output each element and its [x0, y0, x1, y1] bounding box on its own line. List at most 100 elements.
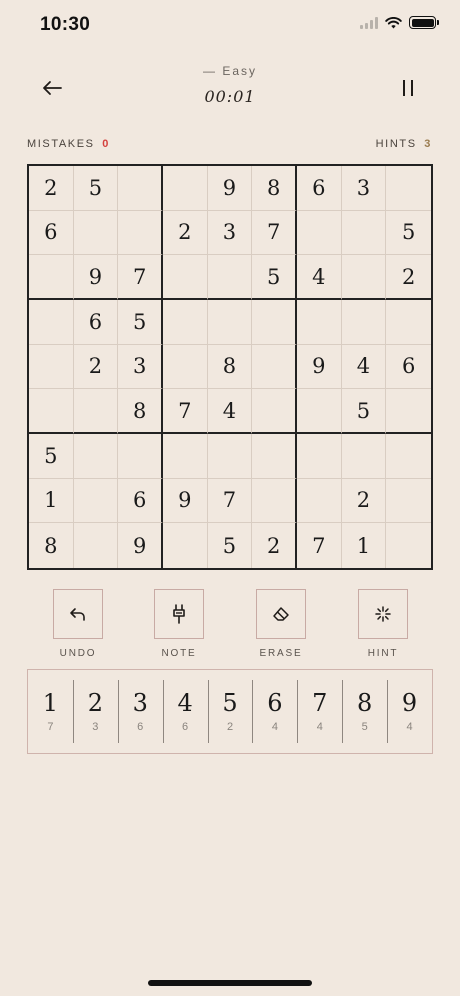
board-cell[interactable]: 2 — [386, 255, 431, 300]
number-key-2[interactable]: 23 — [72, 670, 118, 753]
board-cell[interactable]: 5 — [118, 300, 163, 345]
number-key-remaining: 2 — [226, 720, 234, 733]
board-cell[interactable] — [297, 434, 342, 479]
board-cell[interactable]: 7 — [118, 255, 163, 300]
board-cell[interactable] — [163, 523, 208, 568]
board-cell[interactable] — [386, 523, 431, 568]
board-cell[interactable] — [163, 300, 208, 345]
board-cell[interactable]: 5 — [73, 166, 119, 211]
number-key-1[interactable]: 17 — [28, 670, 73, 753]
board-cell[interactable]: 3 — [207, 210, 253, 256]
board-cell[interactable] — [252, 389, 297, 434]
board-cell[interactable]: 7 — [207, 478, 253, 524]
number-key-4[interactable]: 46 — [162, 670, 208, 753]
board-cell[interactable]: 9 — [118, 523, 163, 568]
board-cell[interactable]: 6 — [73, 300, 119, 345]
board-cell[interactable] — [207, 300, 253, 345]
board-cell[interactable] — [297, 478, 342, 524]
board-cell[interactable] — [341, 210, 387, 256]
board-cell[interactable] — [73, 434, 119, 479]
board-cell[interactable]: 7 — [252, 210, 297, 256]
board-cell[interactable] — [118, 166, 163, 211]
board-cell[interactable] — [73, 389, 119, 434]
number-key-3[interactable]: 36 — [117, 670, 163, 753]
board-cell[interactable]: 2 — [29, 166, 74, 211]
board-cell[interactable]: 1 — [342, 523, 387, 568]
board-cell[interactable] — [118, 210, 163, 256]
number-key-6[interactable]: 64 — [252, 670, 297, 753]
board-cell[interactable]: 2 — [73, 344, 119, 390]
board-cell[interactable]: 2 — [163, 210, 208, 256]
board-cell[interactable]: 9 — [73, 255, 119, 300]
board-cell[interactable]: 8 — [252, 166, 297, 211]
pause-button[interactable] — [394, 72, 422, 104]
board-cell[interactable] — [386, 479, 431, 524]
board-cell[interactable]: 9 — [297, 344, 342, 390]
number-key-digit: 3 — [132, 688, 148, 717]
board-cell[interactable] — [386, 166, 431, 211]
board-cell[interactable] — [341, 255, 387, 300]
board-cell[interactable]: 9 — [163, 478, 208, 524]
board-cell[interactable] — [297, 389, 342, 434]
undo-button[interactable]: UNDO — [53, 589, 103, 659]
board-cell[interactable]: 5 — [252, 255, 297, 300]
number-key-5[interactable]: 52 — [207, 670, 253, 753]
board-cell[interactable]: 6 — [118, 478, 163, 524]
board-cell[interactable] — [74, 523, 119, 568]
board-cell[interactable]: 6 — [297, 166, 342, 211]
board-cell[interactable] — [252, 478, 297, 524]
board-cell[interactable]: 1 — [29, 478, 74, 524]
board-cell[interactable] — [163, 255, 208, 300]
board-cell[interactable] — [297, 210, 342, 256]
board-cell[interactable] — [252, 300, 297, 345]
board-cell[interactable] — [163, 166, 208, 211]
board-cell[interactable]: 3 — [341, 166, 387, 211]
board-cell[interactable] — [386, 434, 431, 479]
number-key-remaining: 5 — [361, 720, 368, 733]
board-cell[interactable]: 4 — [341, 344, 387, 390]
board-cell[interactable]: 8 — [118, 389, 163, 434]
pause-icon — [403, 80, 413, 96]
erase-button[interactable]: ERASE — [256, 589, 306, 659]
board-cell[interactable] — [29, 344, 74, 390]
hint-button[interactable]: HINT — [358, 589, 408, 659]
board-cell[interactable] — [163, 434, 208, 479]
board-cell[interactable] — [163, 344, 208, 390]
board-cell[interactable] — [29, 300, 74, 345]
board-cell[interactable]: 6 — [29, 210, 74, 256]
board-cell[interactable] — [29, 255, 74, 300]
board-cell[interactable] — [252, 344, 297, 390]
board-cell[interactable] — [73, 478, 119, 524]
board-cell[interactable]: 9 — [207, 166, 253, 211]
board-cell[interactable]: 5 — [341, 389, 387, 434]
board-cell[interactable]: 5 — [386, 211, 431, 256]
board-cell[interactable]: 5 — [208, 523, 253, 568]
board-cell[interactable] — [29, 389, 74, 434]
board-cell[interactable]: 2 — [252, 523, 297, 568]
number-key-7[interactable]: 74 — [297, 670, 342, 753]
board-cell[interactable] — [341, 300, 387, 345]
hints-count: 3 — [424, 138, 432, 150]
board-cell[interactable] — [73, 210, 119, 256]
board-cell[interactable]: 8 — [207, 344, 253, 390]
board-cell[interactable]: 8 — [29, 523, 74, 568]
board-cell[interactable] — [207, 255, 253, 300]
board-cell[interactable]: 4 — [297, 255, 342, 300]
number-key-9[interactable]: 94 — [387, 670, 432, 753]
board-cell[interactable] — [118, 434, 163, 479]
board-cell[interactable]: 5 — [29, 434, 74, 479]
note-button[interactable]: NOTE — [154, 589, 204, 659]
board-cell[interactable] — [297, 300, 342, 345]
board-cell[interactable]: 4 — [207, 389, 253, 434]
board-cell[interactable] — [252, 434, 297, 479]
board-cell[interactable] — [386, 389, 431, 434]
board-cell[interactable]: 6 — [386, 345, 431, 390]
number-key-8[interactable]: 85 — [342, 670, 387, 753]
board-cell[interactable]: 7 — [163, 389, 208, 434]
board-cell[interactable]: 3 — [118, 344, 163, 390]
board-cell[interactable] — [207, 434, 253, 479]
board-cell[interactable]: 7 — [297, 523, 342, 568]
board-cell[interactable] — [341, 434, 387, 479]
board-cell[interactable] — [386, 300, 431, 345]
board-cell[interactable]: 2 — [341, 478, 387, 524]
